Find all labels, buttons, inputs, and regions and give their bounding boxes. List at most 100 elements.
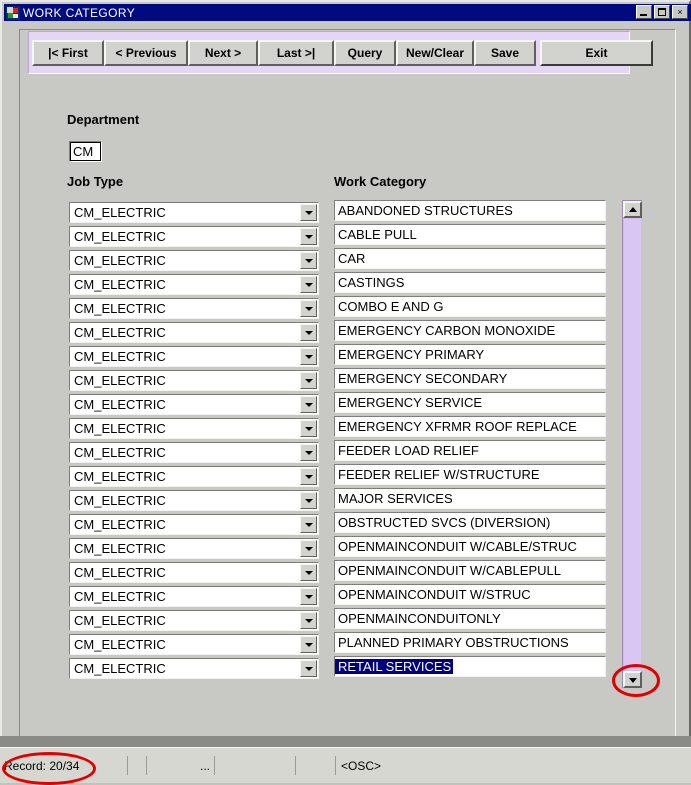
title-bar: WORK CATEGORY × — [4, 4, 691, 21]
work-category-row[interactable]: FEEDER RELIEF W/STRUCTURE — [334, 464, 606, 485]
work-category-row[interactable]: FEEDER LOAD RELIEF — [334, 440, 606, 461]
work-category-row[interactable]: OPENMAINCONDUITONLY — [334, 608, 606, 629]
work-category-scrollbar[interactable] — [622, 200, 642, 688]
job-type-row[interactable]: CM_ELECTRIC — [69, 442, 319, 463]
department-input[interactable]: CM — [69, 141, 102, 162]
chevron-down-icon[interactable] — [300, 300, 317, 317]
job-type-value: CM_ELECTRIC — [74, 373, 166, 388]
chevron-down-icon[interactable] — [300, 324, 317, 341]
work-category-row[interactable]: OBSTRUCTED SVCS (DIVERSION) — [334, 512, 606, 533]
job-type-row[interactable]: CM_ELECTRIC — [69, 418, 319, 439]
job-type-row[interactable]: CM_ELECTRIC — [69, 298, 319, 319]
work-category-row[interactable]: PLANNED PRIMARY OBSTRUCTIONS — [334, 632, 606, 653]
work-category-row[interactable]: CAR — [334, 248, 606, 269]
job-type-row[interactable]: CM_ELECTRIC — [69, 250, 319, 271]
scroll-up-arrow-icon[interactable] — [623, 201, 642, 218]
status-record-counter: Record: 20/34 — [0, 756, 128, 775]
save-button[interactable]: Save — [474, 40, 536, 66]
job-type-row[interactable]: CM_ELECTRIC — [69, 394, 319, 415]
job-type-row[interactable]: CM_ELECTRIC — [69, 610, 319, 631]
work-category-row[interactable]: EMERGENCY CARBON MONOXIDE — [334, 320, 606, 341]
chevron-down-icon[interactable] — [300, 396, 317, 413]
job-type-value: CM_ELECTRIC — [74, 253, 166, 268]
work-category-row[interactable]: OPENMAINCONDUIT W/CABLEPULL — [334, 560, 606, 581]
chevron-down-icon[interactable] — [300, 348, 317, 365]
work-category-value: CABLE PULL — [338, 227, 417, 242]
chevron-down-icon[interactable] — [300, 228, 317, 245]
work-category-value: EMERGENCY XFRMR ROOF REPLACE — [338, 419, 577, 434]
chevron-down-icon[interactable] — [300, 204, 317, 221]
job-type-value: CM_ELECTRIC — [74, 469, 166, 484]
chevron-down-icon[interactable] — [300, 276, 317, 293]
job-type-row[interactable]: CM_ELECTRIC — [69, 226, 319, 247]
job-type-row[interactable]: CM_ELECTRIC — [69, 514, 319, 535]
chevron-down-icon[interactable] — [300, 540, 317, 557]
exit-button[interactable]: Exit — [540, 40, 653, 66]
chevron-down-icon[interactable] — [300, 420, 317, 437]
work-category-row[interactable]: RETAIL SERVICES — [334, 656, 606, 677]
job-type-value: CM_ELECTRIC — [74, 325, 166, 340]
maximize-button[interactable] — [654, 5, 670, 19]
chevron-down-icon[interactable] — [300, 612, 317, 629]
job-type-row[interactable]: CM_ELECTRIC — [69, 346, 319, 367]
job-type-value: CM_ELECTRIC — [74, 445, 166, 460]
job-type-row[interactable]: CM_ELECTRIC — [69, 658, 319, 679]
work-category-value: MAJOR SERVICES — [338, 491, 453, 506]
close-button[interactable]: × — [672, 5, 688, 19]
scroll-down-arrow-icon[interactable] — [623, 671, 642, 688]
job-type-value: CM_ELECTRIC — [74, 229, 166, 244]
work-category-row[interactable]: EMERGENCY SECONDARY — [334, 368, 606, 389]
chevron-down-icon[interactable] — [300, 372, 317, 389]
chevron-down-icon[interactable] — [300, 468, 317, 485]
work-category-value: ABANDONED STRUCTURES — [338, 203, 513, 218]
job-type-row[interactable]: CM_ELECTRIC — [69, 466, 319, 487]
chevron-down-icon[interactable] — [300, 564, 317, 581]
job-type-row[interactable]: CM_ELECTRIC — [69, 322, 319, 343]
chevron-down-icon[interactable] — [300, 636, 317, 653]
work-category-row[interactable]: COMBO E AND G — [334, 296, 606, 317]
work-category-row[interactable]: MAJOR SERVICES — [334, 488, 606, 509]
work-category-row[interactable]: EMERGENCY XFRMR ROOF REPLACE — [334, 416, 606, 437]
job-type-value: CM_ELECTRIC — [74, 397, 166, 412]
job-type-value: CM_ELECTRIC — [74, 565, 166, 580]
work-category-row[interactable]: OPENMAINCONDUIT W/STRUC — [334, 584, 606, 605]
job-type-row[interactable]: CM_ELECTRIC — [69, 634, 319, 655]
next-button[interactable]: Next > — [188, 40, 258, 66]
minimize-button[interactable] — [636, 5, 652, 19]
chevron-down-icon[interactable] — [300, 444, 317, 461]
work-category-row[interactable]: EMERGENCY SERVICE — [334, 392, 606, 413]
job-type-row[interactable]: CM_ELECTRIC — [69, 274, 319, 295]
chevron-down-icon[interactable] — [300, 660, 317, 677]
chevron-down-icon[interactable] — [300, 252, 317, 269]
work-category-value: OPENMAINCONDUIT W/CABLEPULL — [338, 563, 561, 578]
job-type-row[interactable]: CM_ELECTRIC — [69, 538, 319, 559]
job-type-row[interactable]: CM_ELECTRIC — [69, 490, 319, 511]
previous-button[interactable]: < Previous — [104, 40, 188, 66]
new-clear-button[interactable]: New/Clear — [396, 40, 474, 66]
work-category-row[interactable]: OPENMAINCONDUIT W/CABLE/STRUC — [334, 536, 606, 557]
job-type-row[interactable]: CM_ELECTRIC — [69, 562, 319, 583]
job-type-row[interactable]: CM_ELECTRIC — [69, 202, 319, 223]
job-type-column-header: Job Type — [67, 174, 124, 189]
separator-band — [0, 736, 691, 747]
chevron-down-icon[interactable] — [300, 588, 317, 605]
work-category-row[interactable]: CASTINGS — [334, 272, 606, 293]
job-type-value: CM_ELECTRIC — [74, 493, 166, 508]
last-button[interactable]: Last >| — [258, 40, 334, 66]
work-category-row[interactable]: CABLE PULL — [334, 224, 606, 245]
chevron-down-icon[interactable] — [300, 516, 317, 533]
query-button[interactable]: Query — [334, 40, 396, 66]
window-controls: × — [636, 5, 688, 19]
chevron-down-icon[interactable] — [300, 492, 317, 509]
scrollbar-track[interactable] — [624, 219, 641, 670]
job-type-value: CM_ELECTRIC — [74, 613, 166, 628]
work-category-value: EMERGENCY SECONDARY — [338, 371, 508, 386]
job-type-row[interactable]: CM_ELECTRIC — [69, 370, 319, 391]
work-category-row[interactable]: EMERGENCY PRIMARY — [334, 344, 606, 365]
status-bar: Record: 20/34 ... <OSC> — [0, 747, 691, 783]
first-button[interactable]: |< First — [32, 40, 104, 66]
job-type-value: CM_ELECTRIC — [74, 277, 166, 292]
work-category-row[interactable]: ABANDONED STRUCTURES — [334, 200, 606, 221]
work-category-value: RETAIL SERVICES — [335, 659, 454, 674]
job-type-row[interactable]: CM_ELECTRIC — [69, 586, 319, 607]
